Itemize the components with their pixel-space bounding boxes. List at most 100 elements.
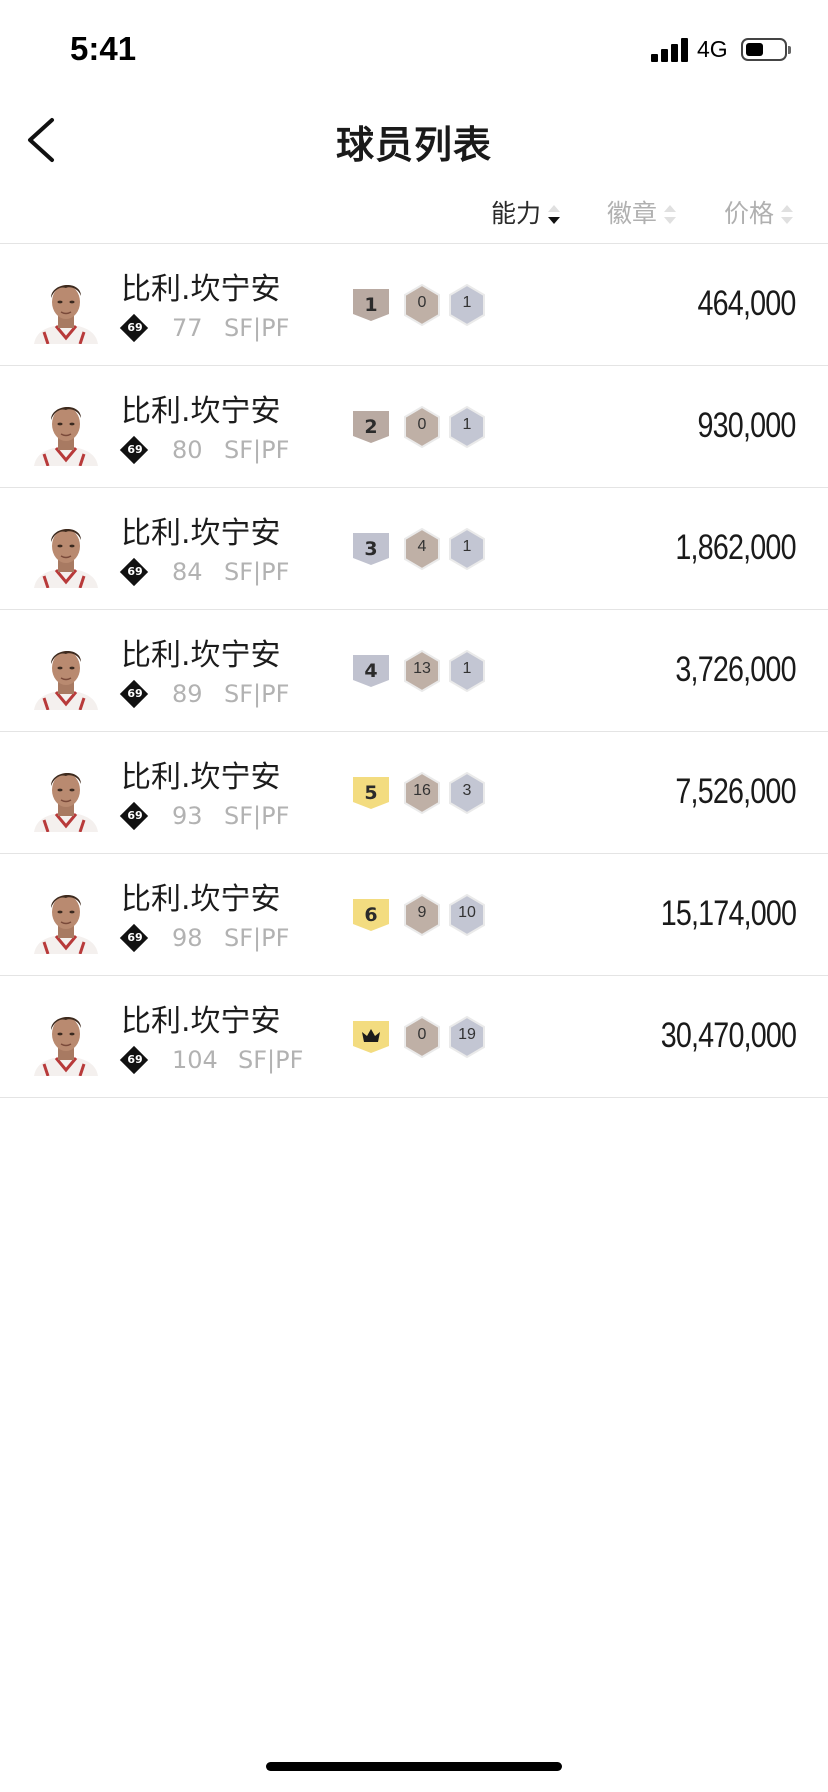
ovr-icon-label: 69 (127, 687, 143, 700)
player-rating: 84 (172, 558, 203, 586)
level-number: 5 (364, 782, 378, 804)
player-row[interactable]: 比利.坎宁安 69 80 SF|PF 2 0 1 930,000 (0, 366, 828, 488)
status-bar: 5:41 4G (0, 0, 828, 100)
player-price: 7,526,000 (675, 772, 797, 811)
level-badge: 5 (352, 776, 390, 810)
nav-bar: 球员列表 (0, 100, 828, 180)
sort-price[interactable]: 价格 (724, 194, 794, 230)
player-rating: 104 (172, 1046, 218, 1074)
bronze-hex-badge: 0 (403, 283, 441, 330)
level-badge: 4 (352, 654, 390, 688)
player-price: 930,000 (697, 406, 797, 445)
badge-count: 13 (413, 660, 431, 677)
silver-hex-badge: 3 (448, 771, 486, 818)
bronze-hex-badge: 0 (403, 1015, 441, 1062)
player-name: 比利.坎宁安 (121, 760, 281, 795)
badge-count: 4 (417, 538, 427, 555)
player-avatar (30, 638, 102, 711)
ovr-diamond-icon: 69 (119, 679, 149, 709)
player-price: 464,000 (697, 284, 797, 323)
home-indicator[interactable] (266, 1762, 562, 1771)
ovr-icon-label: 69 (127, 321, 143, 334)
player-list: 比利.坎宁安 69 77 SF|PF 1 0 1 464,000 比利.坎宁安 (0, 243, 828, 1098)
sort-icon (664, 205, 677, 224)
player-position: SF|PF (224, 680, 290, 708)
player-price: 15,174,000 (660, 894, 797, 933)
player-rating: 93 (172, 802, 203, 830)
badge-count: 1 (462, 660, 472, 677)
sort-price-label: 价格 (724, 199, 775, 228)
ovr-diamond-icon: 69 (119, 1045, 149, 1075)
player-position: SF|PF (224, 436, 290, 464)
player-avatar (30, 394, 102, 467)
badge-count: 0 (417, 1026, 427, 1043)
silver-hex-badge: 1 (448, 527, 486, 574)
player-avatar (30, 516, 102, 589)
sort-ability-label: 能力 (491, 199, 542, 228)
bronze-hex-badge: 4 (403, 527, 441, 574)
badge-count: 10 (458, 904, 476, 921)
player-rating: 77 (172, 314, 203, 342)
level-number: 3 (364, 538, 378, 560)
player-name: 比利.坎宁安 (121, 516, 281, 551)
player-price: 3,726,000 (675, 650, 797, 689)
sort-bar: 能力 徽章 价格 (0, 190, 828, 242)
badge-count: 0 (417, 294, 427, 311)
signal-icon (651, 38, 689, 62)
sort-badges[interactable]: 徽章 (607, 194, 677, 230)
crown-icon (362, 1029, 380, 1042)
player-name: 比利.坎宁安 (121, 882, 281, 917)
player-row[interactable]: 比利.坎宁安 69 104 SF|PF 0 19 30,470,000 (0, 976, 828, 1098)
silver-hex-badge: 19 (448, 1015, 486, 1062)
player-avatar (30, 760, 102, 833)
player-avatar (30, 1004, 102, 1077)
level-number: 4 (364, 660, 378, 682)
player-price: 30,470,000 (660, 1016, 797, 1055)
player-name: 比利.坎宁安 (121, 1004, 281, 1039)
level-badge: 2 (352, 410, 390, 444)
ovr-icon-label: 69 (127, 931, 143, 944)
badge-count: 9 (417, 904, 427, 921)
level-number: 1 (364, 294, 378, 316)
player-position: SF|PF (224, 924, 290, 952)
player-row[interactable]: 比利.坎宁安 69 98 SF|PF 6 9 10 15,174,000 (0, 854, 828, 976)
bronze-hex-badge: 0 (403, 405, 441, 452)
bronze-hex-badge: 16 (403, 771, 441, 818)
level-badge: 1 (352, 288, 390, 322)
status-time: 5:41 (70, 30, 137, 67)
badge-count: 1 (462, 538, 472, 555)
player-row[interactable]: 比利.坎宁安 69 89 SF|PF 4 13 1 3,726,000 (0, 610, 828, 732)
player-name: 比利.坎宁安 (121, 638, 281, 673)
player-row[interactable]: 比利.坎宁安 69 77 SF|PF 1 0 1 464,000 (0, 244, 828, 366)
player-position: SF|PF (224, 558, 290, 586)
player-avatar (30, 882, 102, 955)
level-badge (352, 1020, 390, 1054)
player-rating: 80 (172, 436, 203, 464)
battery-icon (741, 38, 791, 61)
bronze-hex-badge: 9 (403, 893, 441, 940)
ovr-diamond-icon: 69 (119, 801, 149, 831)
badge-count: 16 (413, 782, 431, 799)
sort-desc-icon (548, 205, 561, 224)
badge-count: 0 (417, 416, 427, 433)
player-row[interactable]: 比利.坎宁安 69 84 SF|PF 3 4 1 1,862,000 (0, 488, 828, 610)
network-label: 4G (697, 36, 728, 62)
page-title: 球员列表 (335, 123, 492, 167)
badge-count: 1 (462, 294, 472, 311)
badge-count: 19 (458, 1026, 476, 1043)
silver-hex-badge: 1 (448, 405, 486, 452)
ovr-diamond-icon: 69 (119, 923, 149, 953)
ovr-icon-label: 69 (127, 443, 143, 456)
sort-icon (781, 205, 794, 224)
player-rating: 98 (172, 924, 203, 952)
level-badge: 6 (352, 898, 390, 932)
ovr-icon-label: 69 (127, 1053, 143, 1066)
bronze-hex-badge: 13 (403, 649, 441, 696)
sort-badges-label: 徽章 (607, 199, 658, 228)
player-row[interactable]: 比利.坎宁安 69 93 SF|PF 5 16 3 7,526,000 (0, 732, 828, 854)
silver-hex-badge: 10 (448, 893, 486, 940)
sort-ability[interactable]: 能力 (491, 194, 561, 230)
player-rating: 89 (172, 680, 203, 708)
player-avatar (30, 272, 102, 345)
player-position: SF|PF (224, 314, 290, 342)
